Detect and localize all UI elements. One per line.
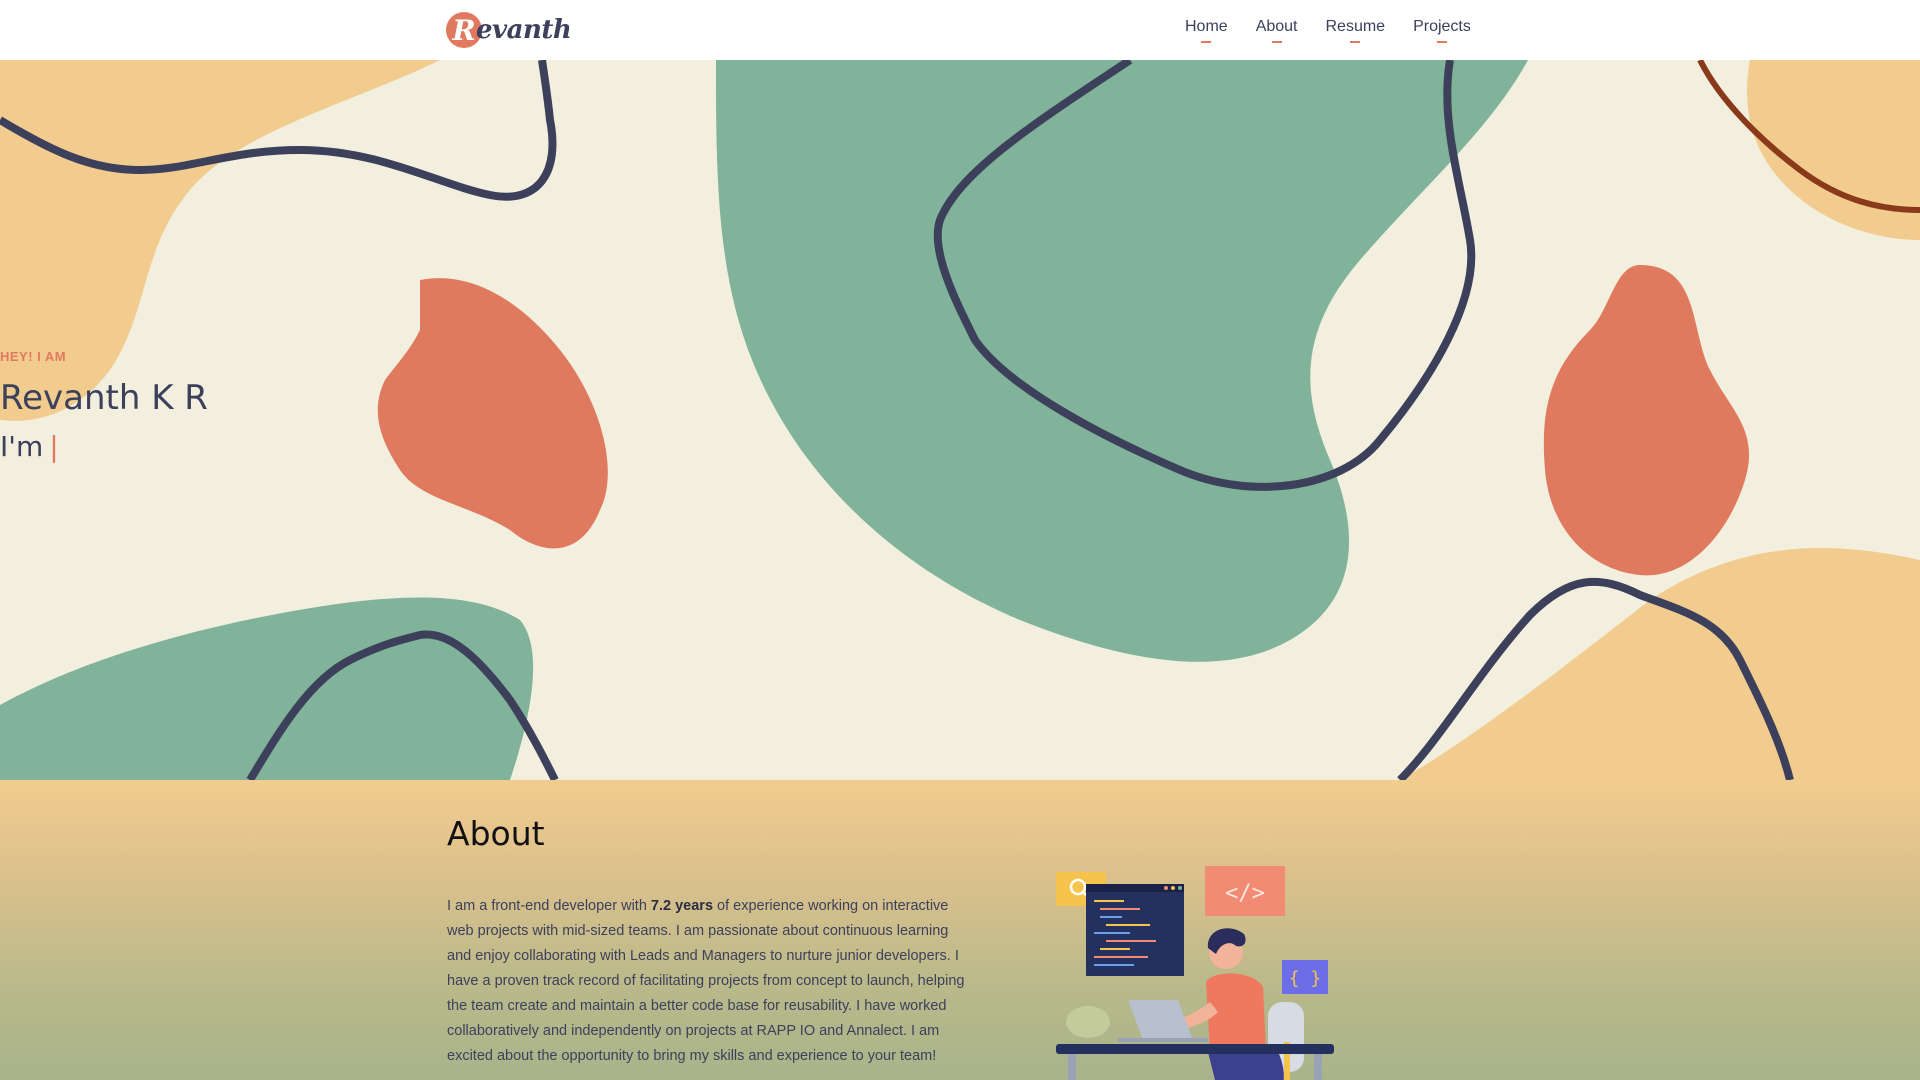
about-years: 7.2 years [650, 898, 714, 914]
hero-role: I'm | [0, 430, 1920, 463]
about-paragraph: I am a front-end developer with 7.2 year… [447, 894, 967, 1069]
main-nav: Home About Resume Projects [1185, 18, 1499, 36]
typing-caret: | [49, 430, 59, 463]
nav-resume[interactable]: Resume [1326, 18, 1386, 36]
developer-illustration: </> { } [1056, 866, 1334, 1080]
about-section: About I am a front-end developer with 7.… [0, 780, 1920, 1080]
about-title: About [447, 814, 545, 853]
about-text-part1: I am a front-end developer with [447, 898, 651, 914]
braces-text: { } [1289, 968, 1322, 989]
nav-home[interactable]: Home [1185, 18, 1228, 36]
logo-text: evanth [476, 15, 572, 45]
nav-about[interactable]: About [1256, 18, 1298, 36]
logo[interactable]: R evanth [446, 10, 572, 50]
hero-name: Revanth K R [0, 378, 208, 418]
code-tag-icon: </> [1205, 866, 1285, 916]
hero-eyebrow: HEY! I AM [0, 349, 67, 364]
desk [1056, 1044, 1334, 1054]
hero-section: HEY! I AM Revanth K R I'm | [0, 60, 1920, 780]
hero-role-prefix: I'm [0, 430, 44, 463]
site-header: R evanth Home About Resume Projects [0, 0, 1920, 60]
hero-background-art [0, 60, 1920, 780]
braces-icon: { } [1282, 960, 1328, 994]
blob-sand-bottom-right [1400, 548, 1920, 780]
about-text-part2: of experience working on interactive web… [447, 898, 965, 1064]
nav-projects[interactable]: Projects [1413, 18, 1471, 36]
blob-sand-top-left [0, 60, 440, 421]
code-monitor-icon [1086, 884, 1184, 976]
blob-coral-right [1543, 265, 1750, 576]
code-tag-text: </> [1225, 881, 1265, 906]
